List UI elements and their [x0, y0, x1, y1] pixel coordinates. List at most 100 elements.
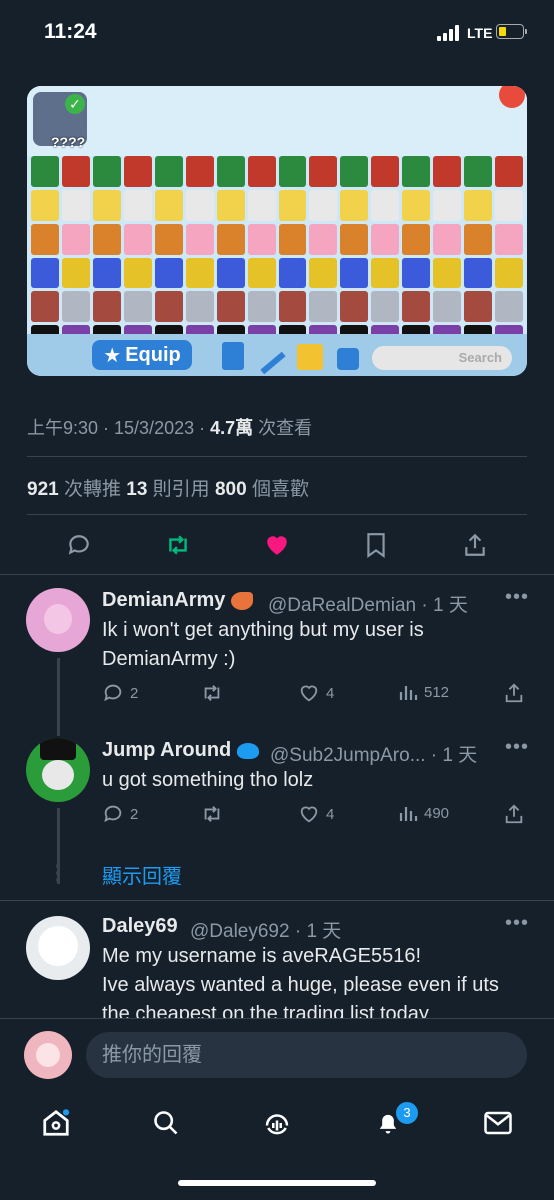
- reply-share-button[interactable]: [503, 682, 525, 704]
- reply-composer: 推你的回覆: [0, 1018, 554, 1089]
- likes-label[interactable]: 個喜歡: [247, 479, 309, 500]
- pet-slot: [340, 223, 369, 255]
- pet-slot: [402, 291, 431, 323]
- pet-slot: [154, 156, 183, 187]
- pet-slot: [92, 291, 121, 323]
- reply-input[interactable]: 推你的回覆: [86, 1032, 527, 1078]
- divider: [27, 456, 527, 457]
- likes-count[interactable]: 800: [215, 479, 247, 500]
- pet-slot: [92, 223, 121, 255]
- home-icon: [43, 1109, 70, 1136]
- pet-slot: [123, 257, 152, 289]
- pet-slot: [216, 189, 245, 221]
- reply-icon: [104, 805, 122, 823]
- thread-dots: [56, 864, 60, 884]
- pet-slot: [123, 223, 152, 255]
- pet-slot: [92, 156, 121, 187]
- check-icon: ✓: [65, 94, 85, 114]
- pet-slot: [309, 291, 338, 323]
- pet-label: ????: [51, 134, 86, 150]
- reply-like-button[interactable]: 4: [298, 803, 334, 825]
- pet-slot: [185, 223, 214, 255]
- reply-handle[interactable]: @Daley692 · 1 天: [190, 916, 341, 943]
- bookmark-button[interactable]: [361, 530, 391, 560]
- reply-author-name[interactable]: Jump Around: [102, 739, 231, 761]
- pet-slot: [340, 156, 369, 187]
- pet-slot: [92, 189, 121, 221]
- pet-slot: [371, 257, 400, 289]
- pet-slot: [216, 257, 245, 289]
- pet-slot: [278, 223, 307, 255]
- quotes-count[interactable]: 13: [126, 479, 147, 500]
- views-count: 4.7萬: [210, 418, 254, 438]
- divider: [27, 514, 527, 515]
- like-button[interactable]: [262, 530, 292, 560]
- reply-handle[interactable]: @DaRealDemian · 1 天: [268, 590, 468, 617]
- reply-button[interactable]: [64, 530, 94, 560]
- reply-retweet-button[interactable]: [200, 803, 224, 825]
- reply-share-button[interactable]: [503, 803, 525, 825]
- tab-home[interactable]: [39, 1106, 73, 1140]
- views-icon: [399, 807, 418, 821]
- reply-author-name[interactable]: DemianArmy: [102, 589, 225, 611]
- pet-slot: [31, 223, 59, 255]
- share-icon: [465, 533, 485, 556]
- more-icon[interactable]: •••: [505, 736, 529, 759]
- retweet-button[interactable]: [163, 530, 193, 560]
- pet-slot: [495, 291, 523, 323]
- reply-tweet[interactable]: Daley69 @Daley692 · 1 天 ••• Me my userna…: [0, 914, 554, 1018]
- avatar[interactable]: [26, 916, 90, 980]
- retweets-label[interactable]: 次轉推: [59, 479, 127, 500]
- pet-slot: [31, 257, 59, 289]
- tab-spaces[interactable]: [260, 1106, 294, 1140]
- user-avatar[interactable]: [24, 1031, 72, 1079]
- twitter-bird-icon: [236, 742, 259, 759]
- pet-slot: [31, 156, 59, 187]
- reply-views[interactable]: 512: [398, 682, 449, 702]
- bookmark-icon: [367, 533, 385, 558]
- pet-slot: [185, 189, 214, 221]
- like-count: 4: [326, 805, 335, 823]
- pet-slot: [402, 257, 431, 289]
- reply-author-name[interactable]: Daley69: [102, 915, 178, 938]
- pet-slot: [247, 156, 276, 187]
- reply-views[interactable]: 490: [398, 803, 449, 823]
- more-icon[interactable]: •••: [505, 914, 529, 935]
- reply-retweet-button[interactable]: [200, 682, 224, 704]
- pet-slot: [464, 189, 493, 221]
- tweet-image[interactable]: ✓ ???? ★ Equip Search: [27, 86, 527, 376]
- avatar[interactable]: [26, 588, 90, 652]
- share-button[interactable]: [460, 530, 490, 560]
- reply-reply-button[interactable]: 2: [102, 682, 138, 704]
- pet-slot: [247, 291, 276, 323]
- pet-slot: [309, 257, 338, 289]
- show-replies-link[interactable]: 顯示回覆: [102, 860, 182, 889]
- pet-slot: [495, 257, 523, 289]
- retweet-icon: [169, 535, 187, 555]
- tweet-stats: 921 次轉推 13 則引用 800 個喜歡: [27, 474, 309, 501]
- views-count: 512: [424, 683, 450, 701]
- reply-like-button[interactable]: 4: [298, 682, 334, 704]
- pet-slot: [371, 223, 400, 255]
- quotes-label[interactable]: 則引用: [147, 479, 215, 500]
- network-label: LTE: [467, 25, 493, 41]
- like-count: 4: [326, 684, 335, 702]
- pet-slot: [371, 291, 400, 323]
- reply-handle[interactable]: @Sub2JumpAro... · 1 天: [270, 740, 477, 767]
- emoji-icon: [230, 591, 253, 610]
- tab-messages[interactable]: [481, 1106, 515, 1140]
- avatar[interactable]: [26, 738, 90, 802]
- pet-slot: [371, 189, 400, 221]
- retweets-count[interactable]: 921: [27, 479, 59, 500]
- more-icon[interactable]: •••: [505, 586, 529, 609]
- pet-slot: [433, 189, 462, 221]
- pet-slot: [185, 291, 214, 323]
- heart-icon: [267, 536, 287, 555]
- notifications-badge: 3: [394, 1100, 420, 1126]
- pet-slot: [464, 291, 493, 323]
- tab-search[interactable]: [149, 1106, 183, 1140]
- pet-slot: [371, 156, 400, 187]
- reply-reply-button[interactable]: 2: [102, 803, 138, 825]
- home-indicator[interactable]: [178, 1180, 376, 1186]
- pet-grid: [31, 156, 523, 356]
